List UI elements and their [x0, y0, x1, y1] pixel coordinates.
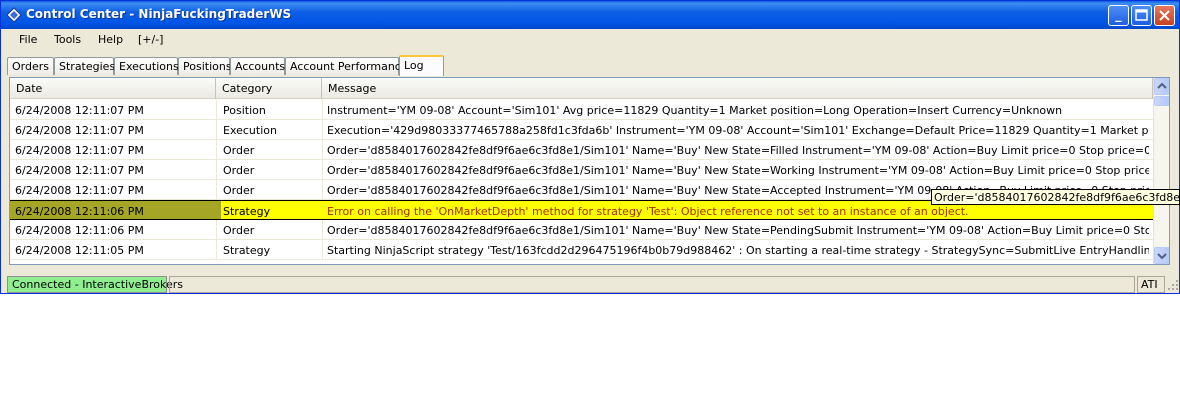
log-message: Starting NinjaScript strategy 'Test/163f…	[327, 244, 1149, 257]
minimize-icon: _	[1115, 8, 1122, 23]
column-divider	[322, 100, 323, 120]
status-bar: Connected - InteractiveBrokers ATI	[5, 276, 1179, 293]
column-divider	[322, 240, 323, 260]
vertical-scrollbar[interactable]	[1153, 78, 1169, 264]
log-row[interactable]: 6/24/2008 12:11:07 PM Order Order='d8584…	[10, 160, 1153, 180]
column-header-date[interactable]: Date	[10, 78, 216, 99]
column-divider	[216, 240, 217, 260]
column-divider	[216, 220, 217, 240]
log-message: Order='d8584017602842fe8df9f6ae6c3fd8e1/…	[327, 164, 1149, 177]
tab-orders[interactable]: Orders	[7, 57, 54, 75]
tab-accounts[interactable]: Accounts	[230, 57, 285, 75]
log-category: Order	[223, 224, 255, 237]
log-category: Strategy	[223, 205, 271, 218]
column-divider	[216, 140, 217, 160]
column-divider	[216, 100, 217, 120]
window-title: Control Center - NinjaFuckingTraderWS	[26, 7, 292, 21]
control-center-window: Control Center - NinjaFuckingTraderWS _ …	[0, 0, 1180, 294]
scroll-down-button[interactable]	[1154, 247, 1169, 264]
log-category: Order	[223, 164, 255, 177]
log-date: 6/24/2008 12:11:07 PM	[15, 124, 144, 137]
column-header-category[interactable]: Category	[216, 78, 322, 99]
log-date: 6/24/2008 12:11:06 PM	[15, 205, 144, 218]
column-header-message[interactable]: Message	[322, 78, 1153, 99]
menu-tools[interactable]: Tools	[54, 33, 81, 46]
tab-account-performance[interactable]: Account Performance	[285, 57, 408, 75]
log-category: Strategy	[223, 244, 271, 257]
log-row[interactable]: 6/24/2008 12:11:05 PM Strategy Starting …	[10, 240, 1153, 260]
connection-status: Connected - InteractiveBrokers	[7, 276, 183, 293]
log-row[interactable]: 6/24/2008 12:11:07 PM Position Instrumen…	[10, 100, 1153, 120]
log-category: Order	[223, 184, 255, 197]
log-date: 6/24/2008 12:11:07 PM	[15, 164, 144, 177]
chevron-up-icon	[1157, 82, 1167, 89]
menu-toggle[interactable]: [+/-]	[138, 33, 163, 46]
log-category: Position	[223, 104, 266, 117]
log-message: Order='d8584017602842fe8df9f6ae6c3fd8e1/…	[327, 144, 1149, 157]
close-icon	[1159, 10, 1170, 21]
column-divider	[216, 160, 217, 180]
log-row[interactable]: 6/24/2008 12:11:07 PM Order Order='d8584…	[10, 140, 1153, 160]
title-bar[interactable]: Control Center - NinjaFuckingTraderWS _	[1, 1, 1179, 29]
menu-help[interactable]: Help	[98, 33, 123, 46]
ati-indicator: ATI	[1137, 276, 1165, 293]
menu-file[interactable]: File	[19, 33, 37, 46]
ninja-diamond-icon	[6, 7, 22, 23]
tab-executions[interactable]: Executions	[114, 57, 179, 75]
tab-positions[interactable]: Positions	[178, 57, 232, 75]
column-divider	[216, 180, 217, 200]
column-divider	[322, 220, 323, 240]
status-panel	[169, 276, 1135, 293]
minimize-button[interactable]: _	[1108, 5, 1129, 26]
tab-log[interactable]: Log	[399, 55, 444, 76]
log-date: 6/24/2008 12:11:07 PM	[15, 104, 144, 117]
log-date: 6/24/2008 12:11:05 PM	[15, 244, 144, 257]
chevron-down-icon	[1157, 253, 1167, 260]
resize-grip-icon[interactable]	[1167, 279, 1179, 291]
log-message: Execution='429d98033377465788a258fd1c3fd…	[327, 124, 1149, 137]
grid-header: Date Category Message	[10, 78, 1153, 99]
log-category: Order	[223, 144, 255, 157]
log-date: 6/24/2008 12:11:07 PM	[15, 184, 144, 197]
column-divider	[216, 120, 217, 140]
column-divider	[322, 120, 323, 140]
log-grid[interactable]: Date Category Message 6/24/2008 12:11:07…	[9, 77, 1170, 265]
tab-strategies[interactable]: Strategies	[54, 57, 115, 75]
menu-bar: File Tools Help [+/-]	[2, 30, 1178, 50]
column-divider	[322, 180, 323, 200]
log-date: 6/24/2008 12:11:07 PM	[15, 144, 144, 157]
log-date: 6/24/2008 12:11:06 PM	[15, 224, 144, 237]
log-message: Order='d8584017602842fe8df9f6ae6c3fd8e1/…	[327, 224, 1149, 237]
column-divider	[322, 140, 323, 160]
scroll-up-button[interactable]	[1154, 78, 1169, 95]
scroll-thumb[interactable]	[1154, 96, 1169, 106]
log-message: Instrument='YM 09-08' Account='Sim101' A…	[327, 104, 1063, 117]
log-message: Error on calling the 'OnMarketDepth' met…	[327, 205, 969, 218]
log-row[interactable]: 6/24/2008 12:11:07 PM Execution Executio…	[10, 120, 1153, 140]
maximize-icon	[1135, 9, 1148, 21]
tab-strip: Orders Strategies Executions Positions A…	[5, 55, 1175, 76]
close-button[interactable]	[1154, 5, 1175, 26]
message-tooltip: Order='d8584017602842fe8df9f6ae6c3fd8e1/…	[931, 189, 1180, 205]
column-divider	[322, 160, 323, 180]
log-category: Execution	[223, 124, 277, 137]
maximize-button[interactable]	[1131, 5, 1152, 26]
log-row[interactable]: 6/24/2008 12:11:06 PM Order Order='d8584…	[10, 220, 1153, 240]
